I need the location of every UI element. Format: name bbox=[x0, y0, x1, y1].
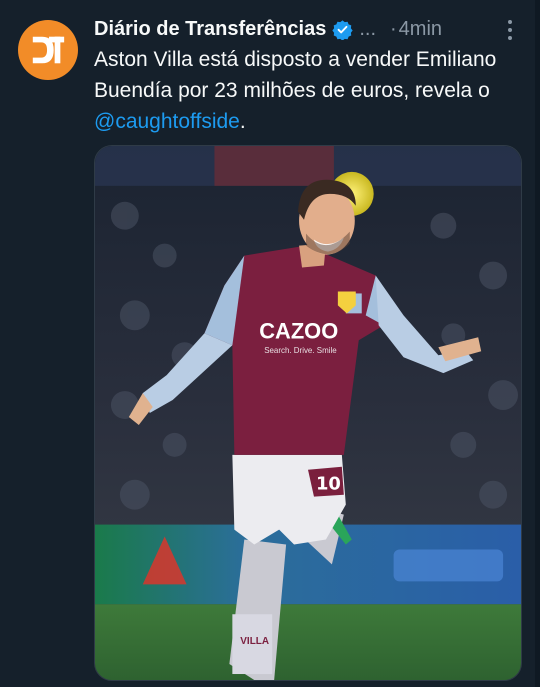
verified-badge-icon bbox=[332, 19, 353, 40]
sock-text: VILLA bbox=[240, 636, 269, 647]
more-options-icon[interactable] bbox=[504, 18, 516, 42]
shirt-number: 10 bbox=[316, 474, 341, 495]
kit-sponsor: CAZOO bbox=[259, 318, 338, 343]
scrollbar-track bbox=[535, 0, 540, 687]
timestamp[interactable]: 4min bbox=[399, 14, 442, 44]
tweet-header: Diário de Transferências ... · 4min bbox=[94, 14, 518, 44]
pitch bbox=[95, 604, 521, 680]
mention-link[interactable]: @caughtoffside bbox=[94, 110, 240, 133]
avatar-logo-icon bbox=[32, 36, 65, 64]
handle-truncated[interactable]: ... bbox=[359, 14, 376, 44]
tweet-photo[interactable]: 10 CAZOO Search. Drive. Smile VILLA bbox=[94, 145, 522, 681]
avatar[interactable] bbox=[18, 20, 78, 80]
player-photo: 10 CAZOO Search. Drive. Smile VILLA bbox=[95, 146, 521, 680]
tweet[interactable]: Diário de Transferências ... · 4min Asto… bbox=[0, 0, 540, 687]
kit-sponsor-tagline: Search. Drive. Smile bbox=[264, 346, 337, 355]
tweet-text-body: Aston Villa está disposto a vender Emili… bbox=[94, 48, 497, 102]
separator-dot: · bbox=[390, 18, 397, 40]
tweet-text-end: . bbox=[239, 110, 246, 133]
tweet-text: Aston Villa está disposto a vender Emili… bbox=[94, 44, 514, 137]
display-name[interactable]: Diário de Transferências bbox=[94, 14, 326, 44]
